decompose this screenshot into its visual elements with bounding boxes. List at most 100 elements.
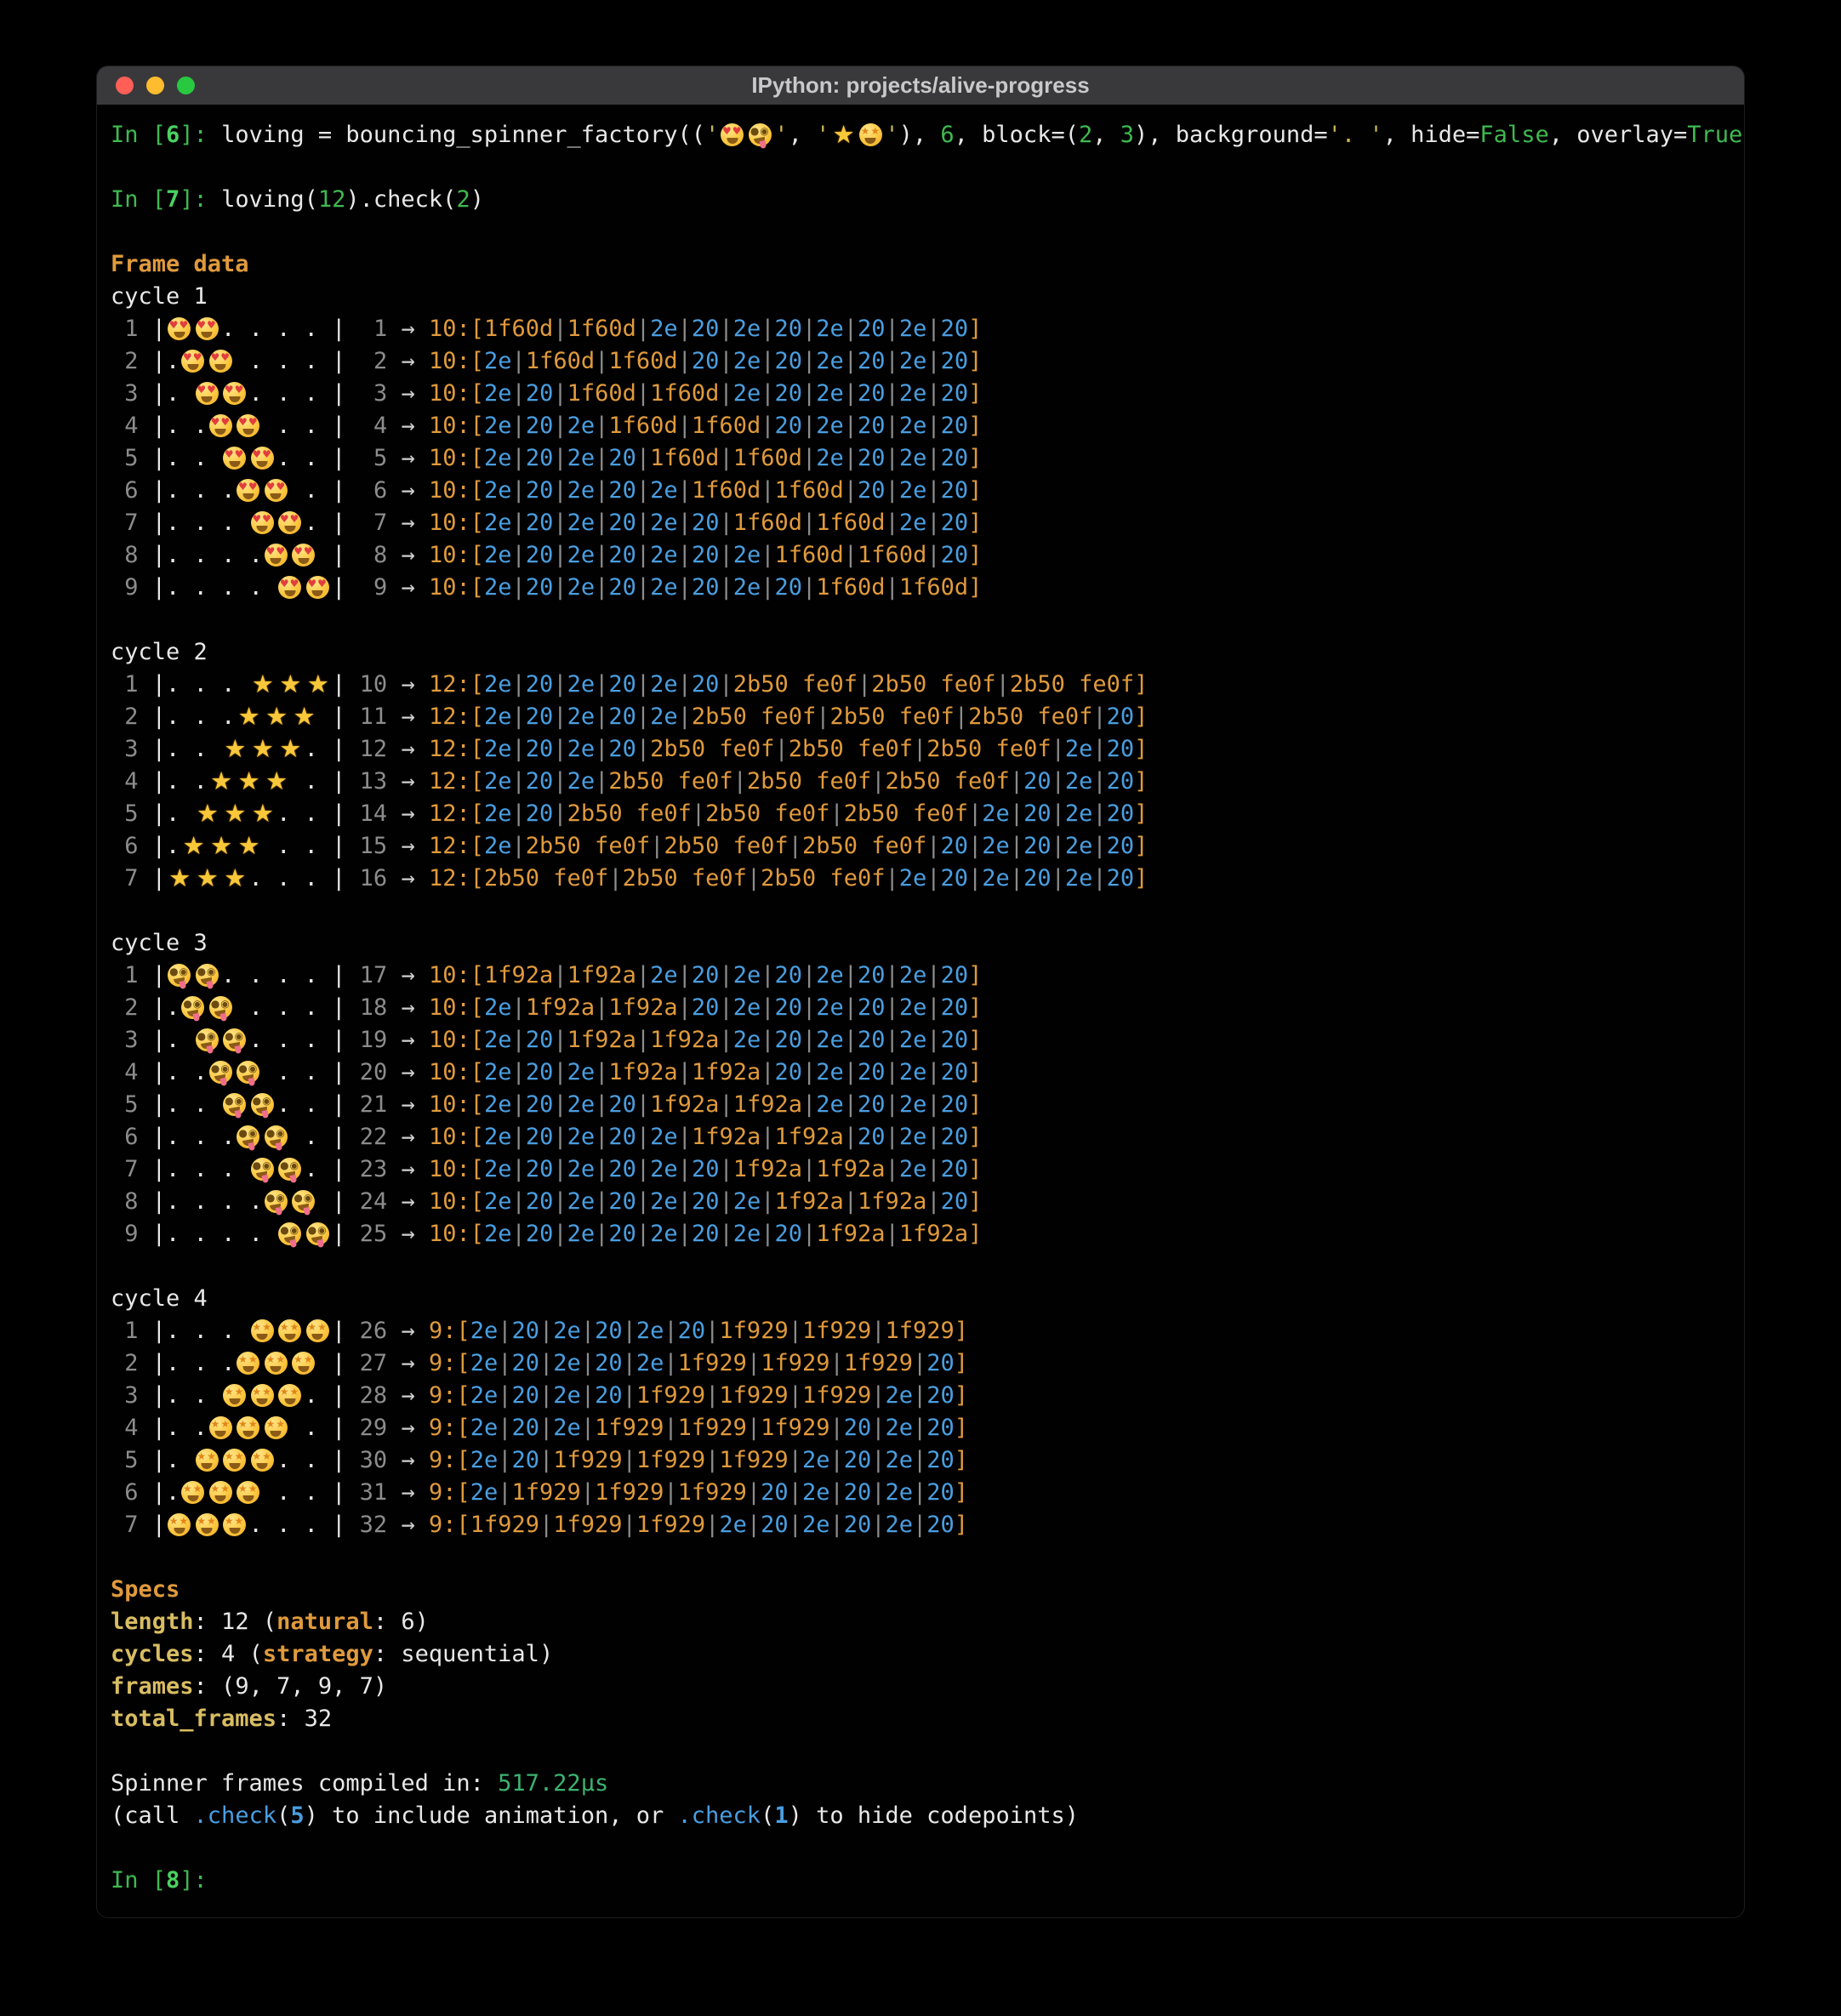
text-segment: 2b50 fe0f bbox=[484, 865, 608, 891]
text-segment: 2b50 fe0f bbox=[871, 671, 995, 698]
text-segment: 1f929 bbox=[678, 1350, 747, 1376]
cycle-label: cycle 1 bbox=[111, 281, 1729, 313]
text-segment: | bbox=[332, 1512, 345, 1538]
text-segment bbox=[290, 1059, 304, 1085]
text-segment: 2b50 fe0f bbox=[692, 703, 816, 730]
text-segment: | bbox=[789, 1447, 802, 1473]
text-segment: 20 bbox=[1023, 800, 1052, 827]
text-segment: [ bbox=[456, 1479, 470, 1506]
text-segment: 2e bbox=[650, 316, 678, 342]
starstruck-emoji: ★★ bbox=[208, 1477, 236, 1509]
close-button[interactable] bbox=[116, 77, 134, 94]
text-segment: 2e bbox=[567, 1124, 596, 1150]
text-segment: . bbox=[194, 1415, 208, 1441]
text-segment bbox=[318, 736, 332, 762]
text-segment: loving = bouncing_spinner_factory(( bbox=[221, 122, 705, 148]
input-line-7[interactable]: In [7]: loving(12).check(2) bbox=[111, 184, 1729, 216]
frame-row: 4 |. .★★★★★★ . | 29 → 9:[2e|20|2e|1f929|… bbox=[111, 1412, 1729, 1444]
cycle-label: cycle 2 bbox=[111, 636, 1729, 669]
frame-row: 3 |. ♥♥♥♥. . . | 3 → 10:[2e|20|1f60d|1f6… bbox=[111, 378, 1729, 410]
text-segment: | bbox=[926, 1156, 940, 1182]
text-segment bbox=[263, 833, 276, 859]
text-segment bbox=[290, 348, 304, 374]
frame-row: 5 |. ★★★★★★. . | 30 → 9:[2e|20|1f929|1f9… bbox=[111, 1444, 1729, 1477]
text-segment: 9: bbox=[429, 1318, 457, 1344]
text-segment: 2e bbox=[733, 1027, 761, 1053]
text-segment: [ bbox=[456, 1447, 470, 1473]
text-segment: ] bbox=[968, 510, 982, 536]
text-segment bbox=[208, 1091, 221, 1118]
text-segment: | bbox=[623, 1512, 636, 1538]
text-segment: . bbox=[276, 1027, 290, 1053]
text-segment: 3 bbox=[1120, 122, 1134, 148]
star-emoji: ★ bbox=[208, 830, 236, 863]
text-segment: | bbox=[539, 1350, 553, 1376]
text-segment: | bbox=[829, 1512, 843, 1538]
text-segment: | bbox=[761, 316, 774, 342]
text-segment: 10: bbox=[429, 1156, 470, 1182]
text-segment: 20 bbox=[1023, 865, 1052, 891]
text-segment: | bbox=[678, 542, 692, 568]
text-segment: 2e bbox=[733, 542, 761, 568]
zoom-button[interactable] bbox=[177, 77, 195, 94]
text-segment: | bbox=[332, 962, 345, 988]
text-segment: 2e bbox=[816, 1027, 844, 1053]
input-line-8[interactable]: In [8]: bbox=[111, 1865, 1729, 1897]
text-segment: → bbox=[401, 1059, 429, 1085]
text-segment: | bbox=[152, 1415, 166, 1441]
text-segment: 10: bbox=[429, 316, 470, 342]
text-segment: 4 bbox=[345, 413, 401, 439]
text-segment: → bbox=[401, 865, 429, 891]
text-segment: 10: bbox=[429, 510, 470, 536]
text-segment: 1f60d bbox=[608, 348, 677, 374]
text-segment: | bbox=[332, 542, 345, 568]
text-segment: . bbox=[221, 1156, 235, 1182]
window-titlebar[interactable]: IPython: projects/alive-progress bbox=[97, 66, 1744, 105]
text-segment: . bbox=[194, 574, 208, 601]
input-line-6[interactable]: In [6]: loving = bouncing_spinner_factor… bbox=[111, 119, 1729, 151]
text-segment: | bbox=[152, 1091, 166, 1118]
text-segment: . bbox=[221, 510, 235, 536]
text-segment: 27 bbox=[345, 1350, 401, 1376]
text-segment bbox=[318, 703, 332, 730]
blank-line bbox=[111, 1735, 1729, 1768]
text-segment: 20 bbox=[858, 1027, 886, 1053]
text-segment bbox=[180, 1091, 193, 1118]
text-segment: | bbox=[595, 1124, 608, 1150]
text-segment: 2e bbox=[553, 1415, 581, 1441]
text-segment: | bbox=[623, 1350, 636, 1376]
frame-row: 2 |.♥♥♥♥ . . . | 2 → 10:[2e|1f60d|1f60d|… bbox=[111, 345, 1729, 378]
text-segment: 1f929 bbox=[719, 1318, 788, 1344]
text-segment: | bbox=[761, 380, 774, 407]
text-segment bbox=[235, 1156, 248, 1182]
text-segment: | bbox=[871, 1479, 885, 1506]
text-segment: | bbox=[1052, 800, 1065, 827]
text-segment: ] bbox=[968, 413, 982, 439]
text-segment: 2e bbox=[470, 1350, 499, 1376]
frame-row: 6 |.★★★★★★ . . | 31 → 9:[2e|1f929|1f929|… bbox=[111, 1477, 1729, 1509]
terminal-content[interactable]: In [6]: loving = bouncing_spinner_factor… bbox=[97, 105, 1744, 1917]
text-segment: | bbox=[871, 768, 885, 794]
text-segment: [ bbox=[456, 1350, 470, 1376]
text-segment bbox=[318, 316, 332, 342]
text-segment bbox=[290, 1447, 304, 1473]
text-segment: | bbox=[636, 477, 650, 504]
text-segment: 1f60d bbox=[650, 380, 719, 407]
text-segment: | bbox=[678, 1156, 692, 1182]
text-segment: | bbox=[913, 1479, 926, 1506]
text-segment bbox=[180, 1221, 193, 1247]
text-segment: 20 bbox=[608, 1091, 636, 1118]
text-segment: . bbox=[166, 1479, 180, 1506]
starstruck-emoji: ★★ bbox=[235, 1412, 263, 1444]
text-segment: [ bbox=[456, 1512, 470, 1538]
text-segment: 1f60d bbox=[733, 445, 802, 471]
starstruck-emoji: ★★ bbox=[263, 1412, 291, 1444]
text-segment: | bbox=[844, 994, 858, 1021]
text-segment: | bbox=[650, 833, 664, 859]
minimize-button[interactable] bbox=[146, 77, 164, 94]
text-segment: . bbox=[194, 510, 208, 536]
text-segment bbox=[263, 316, 276, 342]
text-segment: 1f929 bbox=[636, 1512, 705, 1538]
text-segment: 2e bbox=[982, 800, 1010, 827]
text-segment: → bbox=[401, 574, 429, 601]
